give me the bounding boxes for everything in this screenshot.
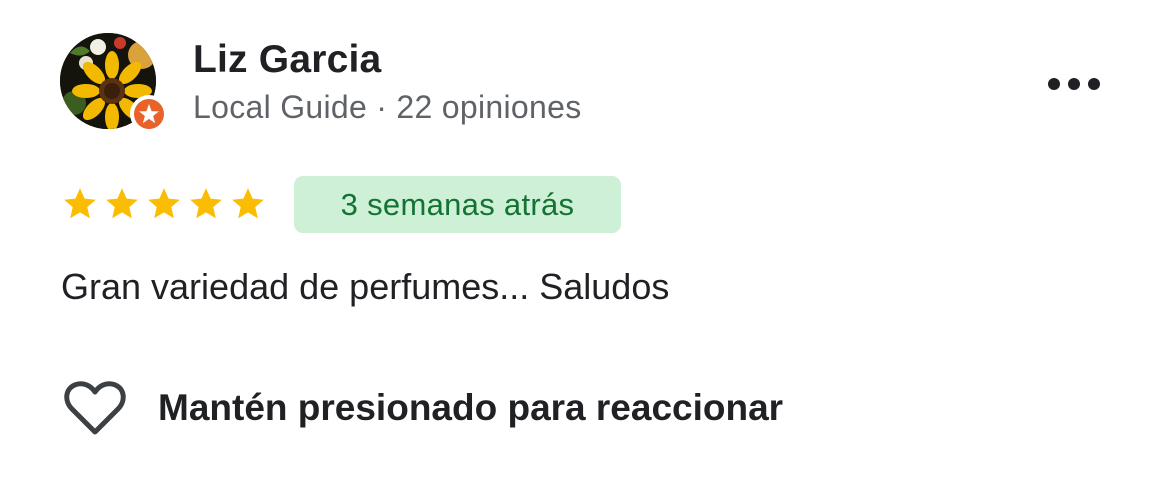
star-icon bbox=[190, 188, 222, 219]
reviewer-name[interactable]: Liz Garcia bbox=[193, 38, 381, 82]
star-icon bbox=[232, 188, 264, 219]
guide-star-icon bbox=[134, 99, 164, 129]
react-label: Mantén presionado para reaccionar bbox=[158, 387, 784, 428]
more-dot-icon bbox=[1088, 78, 1100, 90]
star-icon bbox=[148, 188, 180, 219]
reviewer-meta: Local Guide · 22 opiniones bbox=[193, 89, 582, 125]
react-button[interactable]: Mantén presionado para reaccionar bbox=[64, 378, 884, 438]
reviewer-avatar-group[interactable] bbox=[60, 33, 170, 133]
more-options-button[interactable] bbox=[1040, 64, 1106, 104]
star-icon bbox=[64, 188, 96, 219]
star-icon bbox=[106, 188, 138, 219]
heart-icon bbox=[64, 381, 126, 435]
review-card: Liz Garcia Local Guide · 22 opiniones 3 … bbox=[0, 0, 1170, 488]
more-dot-icon bbox=[1068, 78, 1080, 90]
more-dot-icon bbox=[1048, 78, 1060, 90]
local-guide-badge bbox=[130, 95, 168, 133]
star-rating bbox=[61, 185, 271, 225]
review-text: Gran variedad de perfumes... Saludos bbox=[61, 266, 670, 307]
review-date-badge: 3 semanas atrás bbox=[294, 176, 621, 233]
